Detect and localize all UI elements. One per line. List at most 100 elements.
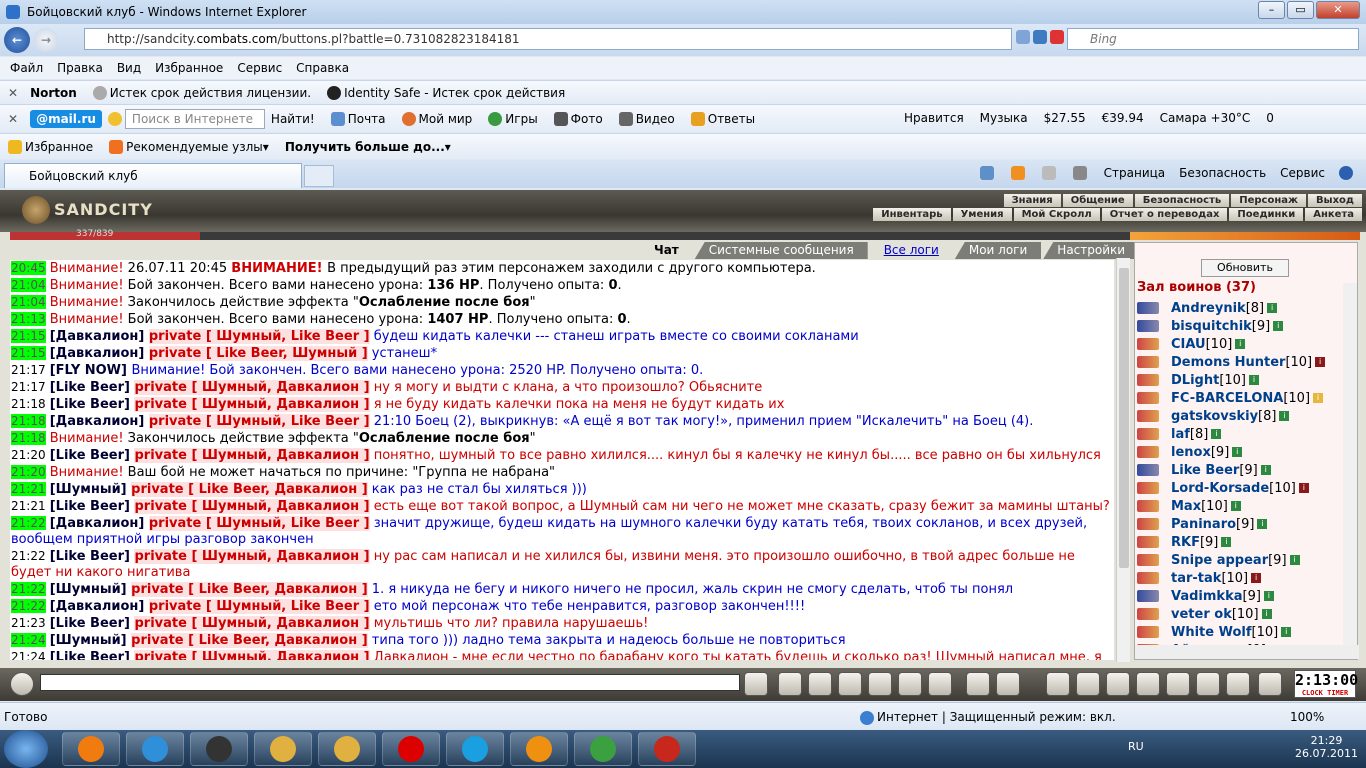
private-message-icon[interactable] <box>1137 356 1159 368</box>
forward-button[interactable]: → <box>34 28 58 52</box>
action-icon-6[interactable] <box>1196 672 1220 696</box>
chat-nick[interactable]: [FLY NOW] <box>50 363 132 378</box>
chat-nick[interactable]: [Like Beer] <box>50 448 135 463</box>
player-info-icon[interactable]: i <box>1279 411 1290 421</box>
private-message-icon[interactable] <box>1137 554 1159 566</box>
music-button[interactable]: Музыка <box>980 111 1028 125</box>
taskbar-app-icon[interactable] <box>190 732 248 766</box>
private-message-icon[interactable] <box>1137 626 1159 638</box>
chat-nick[interactable]: [Давкалион] <box>50 329 149 344</box>
chat-private-recipients[interactable]: private [ Шумный, Давкалион ] <box>134 549 370 564</box>
close-toolbar-icon[interactable]: ✕ <box>8 112 18 126</box>
chat-nick[interactable]: [Like Beer] <box>50 499 135 514</box>
rss-icon[interactable] <box>1010 166 1025 180</box>
chat-timestamp[interactable]: 21:13 <box>11 312 46 326</box>
favorites-button[interactable]: Избранное <box>8 139 93 154</box>
taskbar-app-icon[interactable] <box>574 732 632 766</box>
taskbar-app-icon[interactable] <box>62 732 120 766</box>
taskbar-app-icon[interactable] <box>254 732 312 766</box>
taskbar-app-icon[interactable] <box>510 732 568 766</box>
exit-icon[interactable] <box>1258 672 1282 696</box>
menu-profile[interactable]: Анкета <box>1305 208 1362 221</box>
menu-file[interactable]: Файл <box>10 61 43 75</box>
menu-favorites[interactable]: Избранное <box>155 61 223 75</box>
player-name[interactable]: veter ok <box>1171 607 1232 622</box>
player-info-icon[interactable]: i <box>1273 321 1284 331</box>
chat-private-recipients[interactable]: private [ Шумный, Like Beer ] <box>148 329 370 344</box>
chat-nick[interactable]: [Шумный] <box>50 633 131 648</box>
chat-timestamp[interactable]: 21:24 <box>11 633 46 647</box>
send-icon[interactable] <box>744 672 768 696</box>
tab-chat[interactable]: Чат <box>640 242 693 259</box>
chat-nick[interactable]: [Like Beer] <box>50 549 135 564</box>
chat-private-recipients[interactable]: private [ Шумный, Like Beer ] <box>148 516 370 531</box>
menu-view[interactable]: Вид <box>117 61 141 75</box>
player-info-icon[interactable]: i <box>1281 627 1292 637</box>
private-message-icon[interactable] <box>1137 392 1159 404</box>
player-info-icon[interactable]: i <box>1263 591 1274 601</box>
fight-icon[interactable] <box>868 672 892 696</box>
private-message-icon[interactable] <box>1137 338 1159 350</box>
player-name[interactable]: laf <box>1171 427 1190 442</box>
mailru-logo[interactable]: @mail.ru <box>30 109 102 128</box>
filter-icon[interactable] <box>808 672 832 696</box>
sound-icon[interactable] <box>928 672 952 696</box>
player-info-icon[interactable]: i <box>1261 609 1272 619</box>
menu-scroll[interactable]: Мой Скролл <box>1013 208 1100 221</box>
hall-hscrollbar[interactable] <box>1135 645 1359 659</box>
private-message-icon[interactable] <box>1137 446 1159 458</box>
taskbar-app-icon[interactable] <box>446 732 504 766</box>
search-engine-icon[interactable] <box>107 111 122 126</box>
stop-icon[interactable] <box>1050 30 1064 44</box>
search-field[interactable]: Bing <box>1067 28 1359 50</box>
chat-timestamp[interactable]: 21:20 <box>11 448 46 462</box>
close-button[interactable]: ✕ <box>1316 1 1360 19</box>
taskbar-app-icon[interactable] <box>126 732 184 766</box>
chat-private-recipients[interactable]: private [ Шумный, Давкалион ] <box>134 448 370 463</box>
mailru-link-answers[interactable]: Ответы <box>690 111 755 126</box>
mailru-link-myworld[interactable]: Мой мир <box>401 111 472 126</box>
chat-timestamp[interactable]: 21:21 <box>11 482 46 496</box>
zoom-level[interactable]: 100% <box>1290 710 1324 724</box>
player-name[interactable]: Demons Hunter <box>1171 355 1285 370</box>
player-name[interactable]: White Wolf <box>1171 625 1252 640</box>
action-icon-4[interactable] <box>1136 672 1160 696</box>
refresh-button[interactable]: Обновить <box>1201 259 1289 277</box>
player-name[interactable]: DLight <box>1171 373 1219 388</box>
chat-timestamp[interactable]: 21:18 <box>11 397 46 411</box>
tab-settings[interactable]: Настройки <box>1043 242 1140 259</box>
action-icon-3[interactable] <box>1106 672 1130 696</box>
chat-nick[interactable]: [Давкалион] <box>50 599 149 614</box>
taskbar-app-icon[interactable] <box>638 732 696 766</box>
smiley-icon[interactable] <box>10 672 34 696</box>
private-message-icon[interactable] <box>1137 464 1159 476</box>
player-info-icon[interactable]: i <box>1257 519 1268 529</box>
norton-logo[interactable]: Norton <box>30 86 77 100</box>
chat-timestamp[interactable]: 21:17 <box>11 380 46 394</box>
chat-nick[interactable]: [Давкалион] <box>50 516 149 531</box>
chat-timestamp[interactable]: 21:20 <box>11 465 46 479</box>
action-icon-5[interactable] <box>1166 672 1190 696</box>
player-info-icon[interactable]: i <box>1232 447 1243 457</box>
chat-private-recipients[interactable]: private [ Шумный, Давкалион ] <box>134 616 370 631</box>
menu-transfers[interactable]: Отчет о переводах <box>1101 208 1228 221</box>
player-name[interactable]: RKF <box>1171 535 1200 550</box>
private-message-icon[interactable] <box>1137 374 1159 386</box>
chat-nick[interactable]: [Шумный] <box>50 582 131 597</box>
chat-nick[interactable]: [Давкалион] <box>50 346 149 361</box>
menu-security[interactable]: Безопасность <box>1134 194 1230 207</box>
chat-timestamp[interactable]: 20:45 <box>11 261 46 275</box>
private-message-icon[interactable] <box>1137 320 1159 332</box>
player-name[interactable]: bisquitchik <box>1171 319 1252 334</box>
player-name[interactable]: lenox <box>1171 445 1211 460</box>
player-info-icon[interactable]: i <box>1260 465 1271 475</box>
chat-private-recipients[interactable]: private [ Шумный, Давкалион ] <box>134 380 370 395</box>
player-info-icon[interactable]: i <box>1221 537 1232 547</box>
mail-read-icon[interactable] <box>1041 166 1056 180</box>
safety-menu[interactable]: Безопасность <box>1179 166 1266 180</box>
chat-nick[interactable]: [Like Beer] <box>50 616 135 631</box>
page-menu[interactable]: Страница <box>1104 166 1166 180</box>
action-icon-2[interactable] <box>1076 672 1100 696</box>
chat-scrollbar[interactable] <box>1116 258 1130 662</box>
chat-timestamp[interactable]: 21:22 <box>11 549 46 563</box>
